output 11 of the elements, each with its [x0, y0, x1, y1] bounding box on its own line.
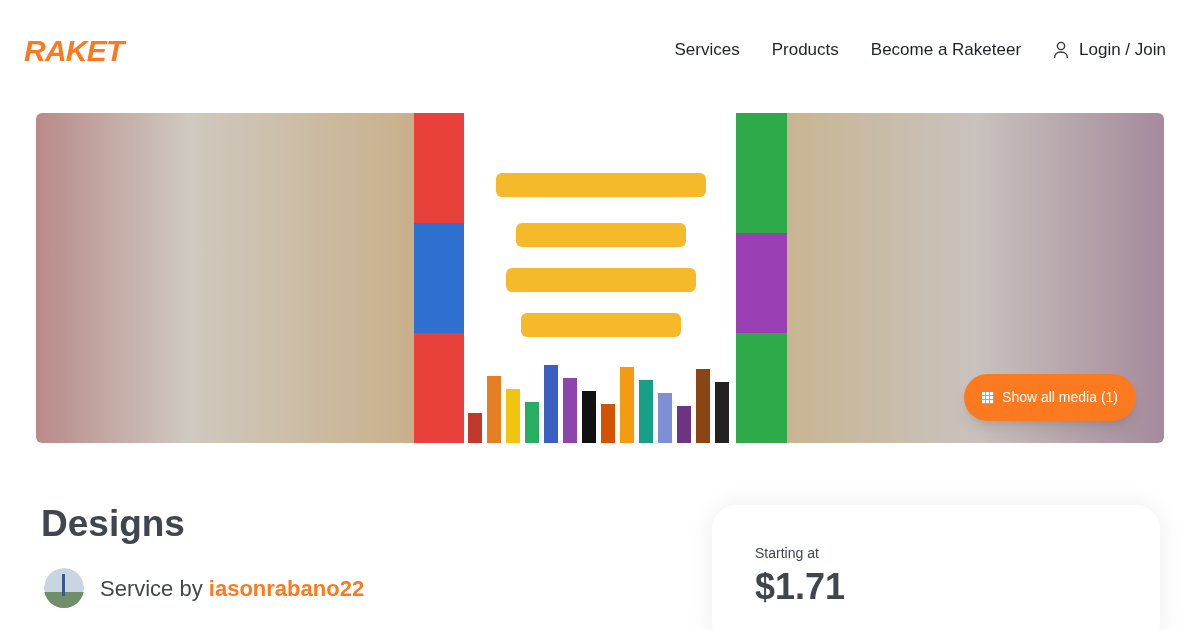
nav-link[interactable]: Become a Raketeer — [870, 37, 1022, 63]
user-icon — [1053, 41, 1070, 59]
seller-byline: Service by iasonrabano22 — [100, 574, 365, 603]
price: $1.71 — [755, 565, 847, 609]
price-label: Starting at — [755, 544, 820, 563]
nav-link[interactable]: Products — [771, 37, 839, 63]
login-link[interactable]: Login / Join — [1053, 37, 1166, 63]
avatar — [44, 568, 84, 608]
nav-link[interactable]: Services — [674, 37, 740, 63]
service-title: Designs — [41, 505, 186, 542]
grid-icon — [982, 391, 995, 404]
